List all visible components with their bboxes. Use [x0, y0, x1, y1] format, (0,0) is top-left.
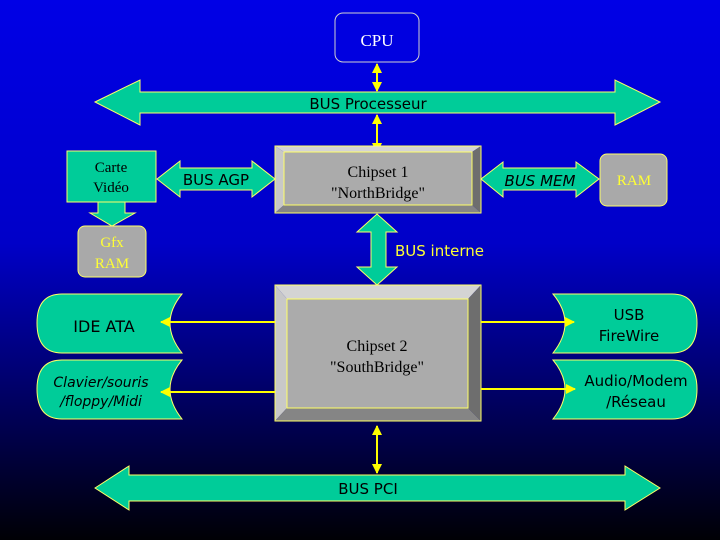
- ide-ata-label: IDE ATA: [73, 317, 134, 336]
- cpu-label: CPU: [360, 31, 393, 50]
- clavier-line1: Clavier/souris: [53, 375, 148, 391]
- chipset2-line1: Chipset 2: [347, 338, 408, 355]
- audio-line2: /Réseau: [606, 393, 666, 411]
- gfx-ram-line1: Gfx: [100, 235, 124, 251]
- carte-video-box: Carte Vidéo: [66, 150, 157, 203]
- chipset1-line2: "NorthBridge": [331, 185, 425, 202]
- bus-mem-label: BUS MEM: [505, 172, 576, 190]
- gfx-ram-box: Gfx RAM: [77, 225, 147, 278]
- bus-pci-label: BUS PCI: [338, 480, 398, 498]
- bus-interne-label: BUS interne: [395, 242, 484, 260]
- gfx-ram-line2: RAM: [95, 256, 129, 272]
- bus-agp-label: BUS AGP: [183, 171, 249, 189]
- usb-box: USB FireWire: [551, 293, 698, 354]
- architecture-diagram: CPU BUS Processeur Carte Vidéo Gfx RAM B…: [0, 0, 720, 540]
- audio-line1: Audio/Modem: [584, 372, 687, 390]
- usb-line1: USB: [614, 306, 645, 324]
- ram-label: RAM: [617, 173, 651, 189]
- clavier-line2: /floppy/Midi: [58, 394, 142, 410]
- ram-box: RAM: [599, 153, 668, 207]
- cpu-box: CPU: [334, 12, 420, 63]
- chipset2-line2: "SouthBridge": [330, 359, 424, 376]
- chipset2-box: Chipset 2 "SouthBridge": [274, 284, 482, 422]
- chipset1-line1: Chipset 1: [348, 164, 409, 181]
- carte-video-line2: Vidéo: [93, 180, 129, 196]
- usb-line2: FireWire: [599, 327, 660, 345]
- clavier-box: Clavier/souris /floppy/Midi: [36, 359, 184, 420]
- chipset1-box: Chipset 1 "NorthBridge": [274, 145, 482, 214]
- carte-video-line1: Carte: [95, 160, 128, 176]
- ide-ata-box: IDE ATA: [36, 293, 184, 354]
- bus-processeur-label: BUS Processeur: [309, 95, 427, 113]
